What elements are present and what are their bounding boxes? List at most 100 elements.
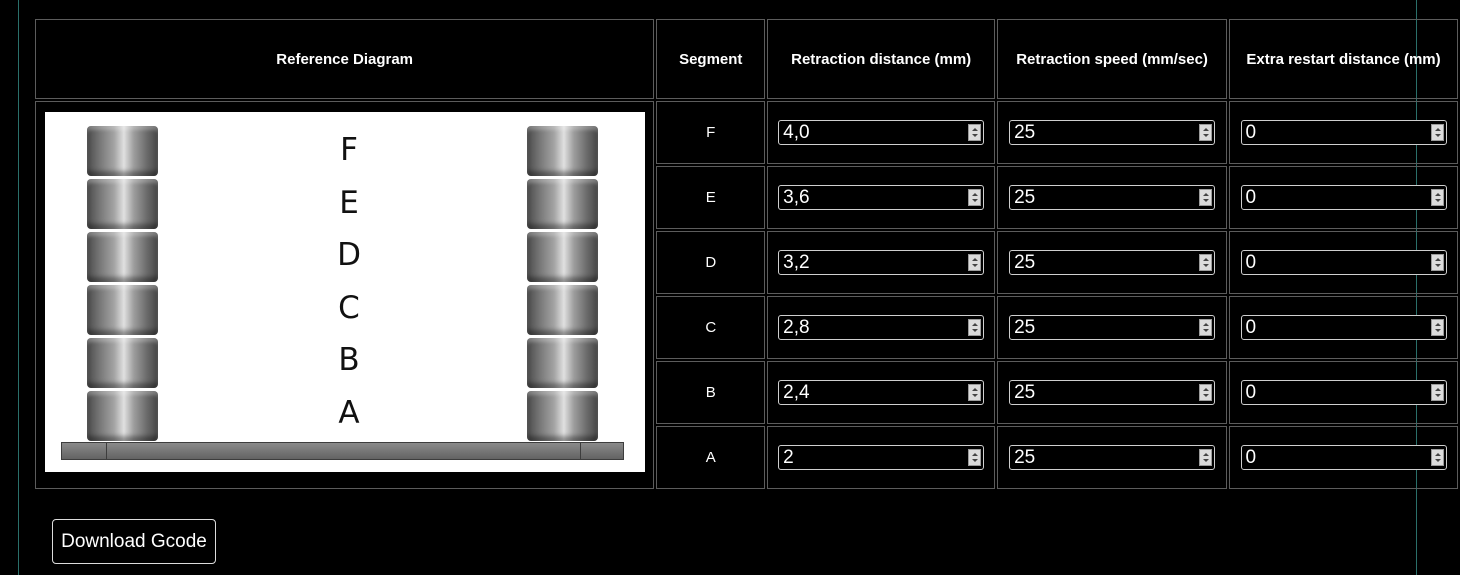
retraction-distance-input-cell: 3,2 [767, 231, 996, 294]
spin-up-arrow-icon[interactable] [972, 453, 979, 456]
spinner-control[interactable] [1430, 319, 1444, 336]
spin-down-arrow-icon[interactable] [1203, 199, 1210, 202]
spin-up-arrow-icon[interactable] [1203, 323, 1210, 326]
spin-up-arrow-icon[interactable] [972, 388, 979, 391]
spinner-control[interactable] [968, 449, 982, 466]
tower-segment [87, 391, 158, 441]
spin-down-arrow-icon[interactable] [1203, 264, 1210, 267]
spinner-control[interactable] [1430, 449, 1444, 466]
diagram-letter: B [338, 342, 360, 378]
spinner-control[interactable] [1199, 449, 1213, 466]
spin-down-arrow-icon[interactable] [972, 394, 979, 397]
extra-restart-distance-input-value: 0 [1245, 252, 1257, 273]
extra-restart-distance-input-cell: 0 [1229, 426, 1458, 489]
spinner-control[interactable] [1430, 254, 1444, 271]
retraction-settings-table: Reference Diagram Segment Retraction dis… [33, 17, 1460, 491]
spin-down-arrow-icon[interactable] [1434, 394, 1441, 397]
spin-up-arrow-icon[interactable] [972, 258, 979, 261]
retraction-distance-input[interactable]: 2,4 [778, 380, 985, 405]
tower-segment [527, 338, 598, 388]
spin-up-arrow-icon[interactable] [1434, 258, 1441, 261]
spin-down-arrow-icon[interactable] [1434, 134, 1441, 137]
retraction-speed-input[interactable]: 25 [1009, 250, 1216, 275]
tower-segment [87, 285, 158, 335]
retraction-distance-input-value: 2,8 [783, 317, 810, 338]
extra-restart-distance-input[interactable]: 0 [1240, 120, 1447, 145]
retraction-distance-input-value: 3,2 [783, 252, 810, 273]
retraction-speed-input[interactable]: 25 [1009, 120, 1216, 145]
extra-restart-distance-input[interactable]: 0 [1240, 185, 1447, 210]
spin-down-arrow-icon[interactable] [1203, 394, 1210, 397]
spin-down-arrow-icon[interactable] [972, 264, 979, 267]
spin-down-arrow-icon[interactable] [1203, 329, 1210, 332]
spin-up-arrow-icon[interactable] [1434, 193, 1441, 196]
spinner-control[interactable] [1199, 189, 1213, 206]
spin-up-arrow-icon[interactable] [1203, 258, 1210, 261]
retraction-distance-input[interactable]: 4,0 [778, 120, 985, 145]
spinner-control[interactable] [968, 124, 982, 141]
extra-restart-distance-input-cell: 0 [1229, 296, 1458, 359]
retraction-distance-input-value: 4,0 [783, 122, 810, 143]
spin-down-arrow-icon[interactable] [1434, 264, 1441, 267]
spinner-control[interactable] [968, 384, 982, 401]
spin-down-arrow-icon[interactable] [972, 329, 979, 332]
retraction-speed-input[interactable]: 25 [1009, 445, 1216, 470]
segment-label: C [656, 296, 766, 359]
retraction-distance-input[interactable]: 3,6 [778, 185, 985, 210]
spin-down-arrow-icon[interactable] [972, 459, 979, 462]
spin-down-arrow-icon[interactable] [1434, 459, 1441, 462]
extra-restart-distance-input[interactable]: 0 [1240, 250, 1447, 275]
spin-down-arrow-icon[interactable] [972, 199, 979, 202]
retraction-speed-input-cell: 25 [997, 231, 1228, 294]
spin-up-arrow-icon[interactable] [1434, 388, 1441, 391]
retraction-distance-input[interactable]: 2 [778, 445, 985, 470]
extra-restart-distance-input[interactable]: 0 [1240, 315, 1447, 340]
retraction-distance-input-value: 3,6 [783, 187, 810, 208]
retraction-speed-input[interactable]: 25 [1009, 380, 1216, 405]
spin-up-arrow-icon[interactable] [1434, 128, 1441, 131]
spinner-control[interactable] [1430, 189, 1444, 206]
spin-up-arrow-icon[interactable] [972, 128, 979, 131]
header-reference-diagram: Reference Diagram [35, 19, 655, 99]
spin-up-arrow-icon[interactable] [972, 193, 979, 196]
spin-up-arrow-icon[interactable] [1434, 453, 1441, 456]
extra-restart-distance-input-value: 0 [1245, 122, 1257, 143]
spin-up-arrow-icon[interactable] [972, 323, 979, 326]
spinner-control[interactable] [1199, 384, 1213, 401]
spinner-control[interactable] [1430, 124, 1444, 141]
spin-up-arrow-icon[interactable] [1203, 453, 1210, 456]
retraction-speed-input[interactable]: 25 [1009, 315, 1216, 340]
spin-up-arrow-icon[interactable] [1203, 388, 1210, 391]
extra-restart-distance-input[interactable]: 0 [1240, 445, 1447, 470]
base-plate-seam [580, 443, 581, 459]
spinner-control[interactable] [1199, 319, 1213, 336]
spinner-control[interactable] [968, 189, 982, 206]
download-gcode-button[interactable]: Download Gcode [52, 519, 216, 564]
tower-segment [527, 232, 598, 282]
retraction-speed-input[interactable]: 25 [1009, 185, 1216, 210]
spinner-control[interactable] [968, 254, 982, 271]
header-row: Reference Diagram Segment Retraction dis… [35, 19, 1458, 99]
spin-down-arrow-icon[interactable] [1434, 199, 1441, 202]
base-plate-seam [106, 443, 107, 459]
spin-up-arrow-icon[interactable] [1203, 128, 1210, 131]
header-retraction-speed: Retraction speed (mm/sec) [997, 19, 1228, 99]
extra-restart-distance-input-cell: 0 [1229, 101, 1458, 164]
tower-segment [87, 126, 158, 176]
spinner-control[interactable] [1199, 254, 1213, 271]
retraction-distance-input-cell: 2 [767, 426, 996, 489]
spinner-control[interactable] [1430, 384, 1444, 401]
spinner-control[interactable] [1199, 124, 1213, 141]
retraction-distance-input[interactable]: 3,2 [778, 250, 985, 275]
spin-down-arrow-icon[interactable] [972, 134, 979, 137]
diagram-letter: E [339, 184, 359, 221]
extra-restart-distance-input[interactable]: 0 [1240, 380, 1447, 405]
segment-label: A [656, 426, 766, 489]
spinner-control[interactable] [968, 319, 982, 336]
retraction-distance-input[interactable]: 2,8 [778, 315, 985, 340]
spin-down-arrow-icon[interactable] [1203, 459, 1210, 462]
spin-up-arrow-icon[interactable] [1203, 193, 1210, 196]
spin-down-arrow-icon[interactable] [1434, 329, 1441, 332]
spin-up-arrow-icon[interactable] [1434, 323, 1441, 326]
spin-down-arrow-icon[interactable] [1203, 134, 1210, 137]
